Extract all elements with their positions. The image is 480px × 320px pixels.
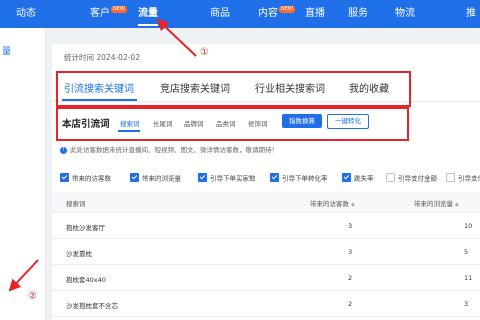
annotation-arrow-1 [156, 18, 197, 57]
annotation-arrows [8, 18, 197, 292]
annotation-arrow-2 [8, 259, 39, 292]
